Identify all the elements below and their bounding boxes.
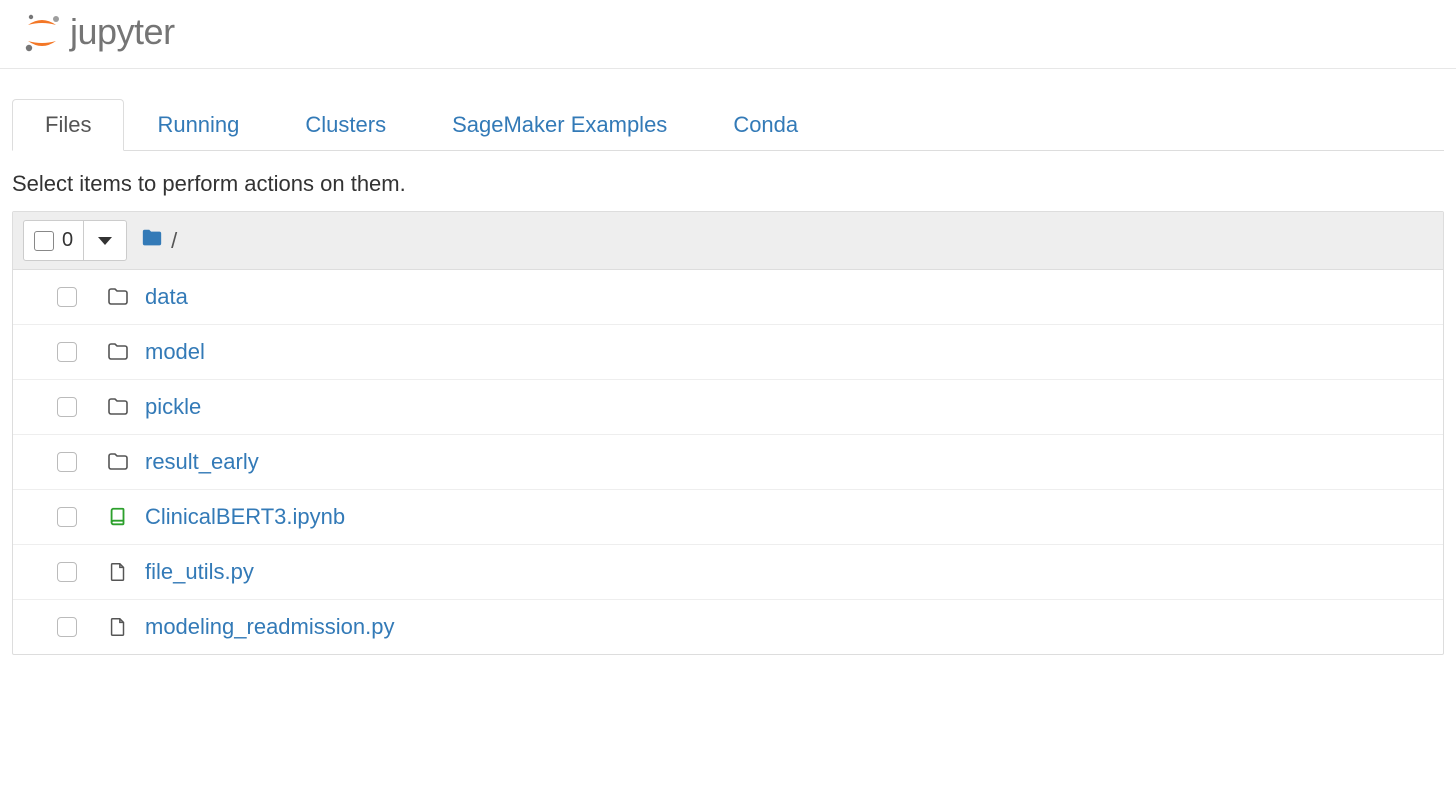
tab-clusters[interactable]: Clusters xyxy=(272,99,419,151)
list-item[interactable]: file_utils.py xyxy=(13,545,1443,600)
item-name[interactable]: pickle xyxy=(145,394,201,420)
panel-header: 0 / xyxy=(13,212,1443,270)
row-checkbox[interactable] xyxy=(57,507,77,527)
folder-icon xyxy=(105,450,131,474)
jupyter-logo[interactable]: jupyter xyxy=(20,10,175,54)
breadcrumb[interactable]: / xyxy=(141,227,177,255)
select-all-checkbox[interactable] xyxy=(34,231,54,251)
chevron-down-icon xyxy=(98,237,112,245)
item-name[interactable]: data xyxy=(145,284,188,310)
tab-files[interactable]: Files xyxy=(12,99,124,151)
list-item[interactable]: pickle xyxy=(13,380,1443,435)
tab-conda[interactable]: Conda xyxy=(700,99,831,151)
tabs-container: FilesRunningClustersSageMaker ExamplesCo… xyxy=(0,69,1456,151)
folder-icon xyxy=(105,340,131,364)
row-checkbox[interactable] xyxy=(57,397,77,417)
row-checkbox[interactable] xyxy=(57,617,77,637)
list-item[interactable]: data xyxy=(13,270,1443,325)
breadcrumb-path: / xyxy=(171,228,177,254)
notebook-icon xyxy=(105,506,131,528)
list-item[interactable]: model xyxy=(13,325,1443,380)
toolbar-hint: Select items to perform actions on them. xyxy=(0,151,1456,211)
row-checkbox[interactable] xyxy=(57,452,77,472)
folder-icon xyxy=(105,395,131,419)
folder-solid-icon xyxy=(141,227,163,255)
list-item[interactable]: result_early xyxy=(13,435,1443,490)
select-all-button[interactable]: 0 xyxy=(24,221,84,260)
list-item[interactable]: modeling_readmission.py xyxy=(13,600,1443,654)
item-name[interactable]: ClinicalBERT3.ipynb xyxy=(145,504,345,530)
file-icon xyxy=(105,560,131,584)
tabs-list: FilesRunningClustersSageMaker ExamplesCo… xyxy=(12,99,1444,151)
row-checkbox[interactable] xyxy=(57,287,77,307)
logo-text: jupyter xyxy=(70,11,175,53)
file-icon xyxy=(105,615,131,639)
selected-count: 0 xyxy=(62,229,73,252)
item-name[interactable]: file_utils.py xyxy=(145,559,254,585)
item-name[interactable]: result_early xyxy=(145,449,259,475)
file-list: data model pickle result_early ClinicalBERT3… xyxy=(13,270,1443,654)
row-checkbox[interactable] xyxy=(57,562,77,582)
list-item[interactable]: ClinicalBERT3.ipynb xyxy=(13,490,1443,545)
select-all-group: 0 xyxy=(23,220,127,261)
tab-sagemaker-examples[interactable]: SageMaker Examples xyxy=(419,99,700,151)
item-name[interactable]: model xyxy=(145,339,205,365)
row-checkbox[interactable] xyxy=(57,342,77,362)
select-dropdown-button[interactable] xyxy=(84,221,126,260)
header: jupyter xyxy=(0,0,1456,69)
file-panel: 0 / data model pickle result_early ClinicalB… xyxy=(12,211,1444,655)
folder-icon xyxy=(105,285,131,309)
tab-running[interactable]: Running xyxy=(124,99,272,151)
item-name[interactable]: modeling_readmission.py xyxy=(145,614,394,640)
